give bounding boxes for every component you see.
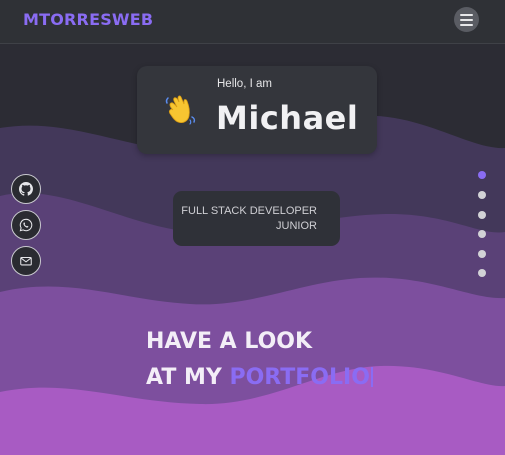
tagline-line-2: AT MY PORTFOLIO xyxy=(146,365,373,390)
tagline-line-1: HAVE A LOOK xyxy=(146,329,313,354)
brand-logo[interactable]: MTORRESWEB xyxy=(23,10,153,29)
section-dot-3[interactable] xyxy=(478,211,486,219)
top-navbar: MTORRESWEB xyxy=(0,0,505,44)
typing-caret xyxy=(370,367,373,387)
greeting-card: Hello, I am Michael xyxy=(137,66,377,154)
whatsapp-link[interactable] xyxy=(11,210,41,240)
section-dot-6[interactable] xyxy=(478,269,486,277)
waving-hand-icon xyxy=(165,95,196,125)
email-link[interactable] xyxy=(11,246,41,276)
hero-name: Michael xyxy=(216,99,359,137)
tagline-highlight: PORTFOLIO xyxy=(229,365,370,390)
github-icon xyxy=(19,182,33,196)
tagline-prefix: AT MY xyxy=(146,365,230,390)
section-dot-4[interactable] xyxy=(478,230,486,238)
role-title: FULL STACK DEVELOPER xyxy=(181,204,317,217)
role-card: FULL STACK DEVELOPER JUNIOR xyxy=(173,191,340,246)
github-link[interactable] xyxy=(11,174,41,204)
greeting-text: Hello, I am xyxy=(217,78,272,90)
role-level: JUNIOR xyxy=(276,219,317,232)
mail-icon xyxy=(20,256,32,266)
section-dot-1[interactable] xyxy=(478,171,486,179)
section-dot-2[interactable] xyxy=(478,191,486,199)
menu-button[interactable] xyxy=(454,7,479,32)
whatsapp-icon xyxy=(19,218,33,232)
section-dot-5[interactable] xyxy=(478,250,486,258)
hamburger-icon xyxy=(460,13,473,16)
